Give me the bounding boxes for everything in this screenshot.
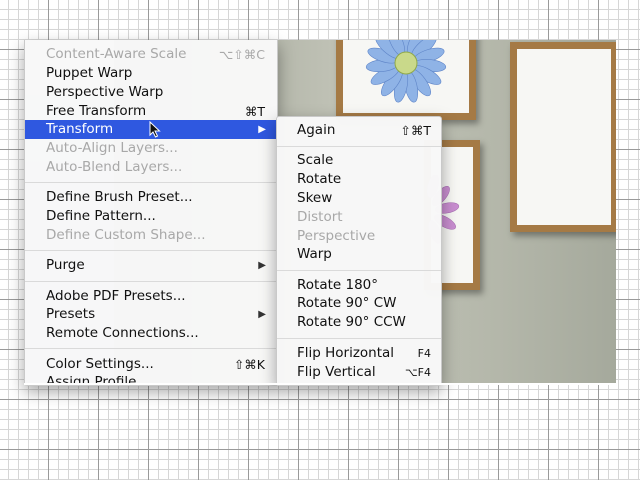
menu-item-define-pattern[interactable]: Define Pattern... [25, 207, 277, 226]
menu-item-label: Auto-Blend Layers... [46, 159, 183, 175]
submenu-item-warp[interactable]: Warp [277, 245, 441, 264]
menu-item-label: Presets [46, 306, 96, 322]
menu-item-auto-align-layers[interactable]: Auto-Align Layers... [25, 139, 277, 158]
menu-item-label: Rotate 90° CW [297, 295, 397, 311]
menu-item-label: Define Brush Preset... [46, 189, 193, 205]
transform-submenu: Again ⇧⌘T Scale Rotate Skew Distort Pers… [276, 116, 442, 386]
submenu-arrow-icon: ▶ [258, 260, 266, 271]
menu-item-shortcut: ⇧⌘T [400, 123, 431, 138]
menu-item-label: Define Custom Shape... [46, 227, 206, 243]
submenu-item-flip-horizontal[interactable]: Flip Horizontal F4 [277, 344, 441, 363]
menu-item-perspective-warp[interactable]: Perspective Warp [25, 83, 277, 102]
submenu-item-rotate[interactable]: Rotate [277, 170, 441, 189]
menu-item-label: Scale [297, 152, 334, 168]
menu-item-label: Remote Connections... [46, 325, 199, 341]
menu-item-auto-blend-layers[interactable]: Auto-Blend Layers... [25, 158, 277, 177]
menu-item-label: Color Settings... [46, 356, 154, 372]
menu-item-purge[interactable]: Purge ▶ [25, 256, 277, 275]
menu-item-label: Warp [297, 246, 332, 262]
frame-mat [517, 49, 611, 225]
menu-item-label: Rotate 90° CCW [297, 314, 406, 330]
menu-item-label: Free Transform [46, 103, 147, 119]
menu-item-shortcut: ⇧⌘K [233, 357, 265, 372]
image-bottom-edge [24, 383, 616, 385]
submenu-item-rotate-90-ccw[interactable]: Rotate 90° CCW [277, 313, 441, 332]
menu-item-define-custom-shape[interactable]: Define Custom Shape... [25, 226, 277, 245]
edit-menu: Content-Aware Scale ⌥⇧⌘C Puppet Warp Per… [24, 40, 278, 386]
menu-separator [25, 281, 277, 282]
submenu-item-distort[interactable]: Distort [277, 208, 441, 227]
submenu-arrow-icon: ▶ [258, 124, 266, 135]
menu-item-puppet-warp[interactable]: Puppet Warp [25, 64, 277, 83]
picture-frame-top [336, 40, 476, 120]
menu-item-presets[interactable]: Presets ▶ [25, 305, 277, 324]
menu-item-shortcut: ⌥⇧⌘C [218, 47, 265, 62]
menu-item-label: Purge [46, 257, 85, 273]
submenu-arrow-icon: ▶ [258, 309, 266, 320]
menu-item-shortcut: F4 [417, 347, 431, 360]
menu-separator [25, 182, 277, 183]
mouse-pointer-icon [149, 121, 161, 138]
menu-item-shortcut: ⌘T [244, 104, 265, 119]
menu-separator [277, 338, 441, 339]
frame-mat [343, 40, 469, 113]
menu-separator [277, 146, 441, 147]
menu-item-color-settings[interactable]: Color Settings... ⇧⌘K [25, 355, 277, 374]
menu-item-label: Perspective Warp [46, 84, 164, 100]
menu-item-label: Rotate [297, 171, 342, 187]
menu-item-label: Distort [297, 209, 343, 225]
menu-item-define-brush-preset[interactable]: Define Brush Preset... [25, 188, 277, 207]
blue-flower-image [365, 40, 447, 103]
menu-separator [25, 348, 277, 349]
picture-frame-right [510, 42, 616, 232]
menu-item-label: Adobe PDF Presets... [46, 288, 186, 304]
menu-item-label: Puppet Warp [46, 65, 133, 81]
menu-separator [277, 270, 441, 271]
submenu-item-scale[interactable]: Scale [277, 151, 441, 170]
menu-item-label: Skew [297, 190, 333, 206]
menu-item-label: Auto-Align Layers... [46, 140, 178, 156]
submenu-item-flip-vertical[interactable]: Flip Vertical ⌥F4 [277, 363, 441, 382]
menu-item-adobe-pdf-presets[interactable]: Adobe PDF Presets... [25, 287, 277, 306]
menu-item-content-aware-scale[interactable]: Content-Aware Scale ⌥⇧⌘C [25, 45, 277, 64]
menu-item-label: Define Pattern... [46, 208, 156, 224]
submenu-item-rotate-180[interactable]: Rotate 180° [277, 276, 441, 295]
menu-item-shortcut: ⌥F4 [404, 366, 431, 379]
menu-separator [25, 250, 277, 251]
menu-item-label: Transform [46, 121, 114, 137]
submenu-item-skew[interactable]: Skew [277, 189, 441, 208]
menu-item-label: Again [297, 122, 336, 138]
submenu-item-rotate-90-cw[interactable]: Rotate 90° CW [277, 294, 441, 313]
submenu-item-perspective[interactable]: Perspective [277, 227, 441, 246]
menu-item-remote-connections[interactable]: Remote Connections... [25, 324, 277, 343]
submenu-item-again[interactable]: Again ⇧⌘T [277, 121, 441, 140]
menu-item-label: Content-Aware Scale [46, 46, 187, 62]
menu-item-free-transform[interactable]: Free Transform ⌘T [25, 102, 277, 121]
menu-item-label: Perspective [297, 228, 376, 244]
menu-item-label: Flip Vertical [297, 364, 376, 380]
menu-item-label: Flip Horizontal [297, 345, 395, 361]
menu-item-label: Rotate 180° [297, 277, 379, 293]
